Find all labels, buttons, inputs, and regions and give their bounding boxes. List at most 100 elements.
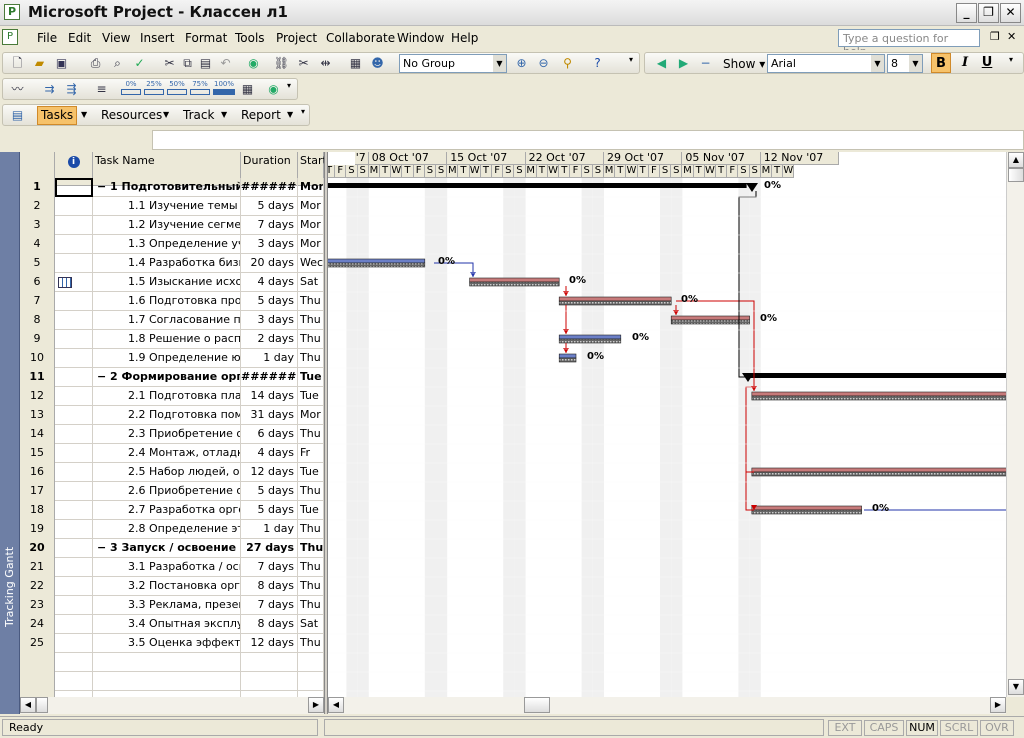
update-tasks-icon[interactable]: ▦ bbox=[239, 81, 256, 98]
row-id[interactable]: 5 bbox=[20, 254, 55, 273]
task-name-cell[interactable]: 1.4 Разработка бизне bbox=[93, 254, 241, 273]
row-id[interactable]: 25 bbox=[20, 634, 55, 653]
duration-cell[interactable]: 14 days bbox=[241, 387, 298, 406]
start-cell[interactable]: Wec bbox=[298, 254, 324, 273]
row-id[interactable]: 21 bbox=[20, 558, 55, 577]
task-name-cell[interactable]: 1.8 Решение о распол bbox=[93, 330, 241, 349]
add-progress-line-icon[interactable]: ≡ bbox=[93, 81, 110, 98]
start-cell[interactable]: Thu bbox=[298, 577, 324, 596]
row-indicator[interactable] bbox=[55, 596, 93, 615]
pct-50-button[interactable]: 50% bbox=[167, 80, 187, 95]
duration-cell[interactable]: 7 days bbox=[241, 216, 298, 235]
task-name-cell[interactable]: 2.2 Подготовка помещ bbox=[93, 406, 241, 425]
table-row[interactable] bbox=[20, 653, 324, 672]
row-id[interactable]: 7 bbox=[20, 292, 55, 311]
row-id[interactable]: 8 bbox=[20, 311, 55, 330]
doc-close-button[interactable]: ✕ bbox=[1007, 30, 1016, 43]
scroll-left-icon[interactable]: ◀ bbox=[328, 697, 344, 713]
duration-cell[interactable]: 31 days bbox=[241, 406, 298, 425]
row-indicator[interactable] bbox=[55, 425, 93, 444]
task-name-cell[interactable]: 1.7 Согласование про bbox=[93, 311, 241, 330]
duration-cell[interactable]: 4 days bbox=[241, 444, 298, 463]
duration-cell[interactable]: ######### bbox=[241, 368, 298, 387]
font-size-select[interactable]: 8 ▼ bbox=[887, 54, 923, 73]
menu-view[interactable]: View bbox=[102, 31, 130, 45]
duration-cell[interactable]: 5 days bbox=[241, 197, 298, 216]
row-id[interactable]: 19 bbox=[20, 520, 55, 539]
pct-25-button[interactable]: 25% bbox=[144, 80, 164, 95]
table-row[interactable]: 25 3.5 Оценка эффектив12 daysThu bbox=[20, 634, 324, 653]
gantt-chart[interactable]: '7 08 Oct '07 15 Oct '07 22 Oct '07 29 Oct '… bbox=[328, 152, 1006, 697]
task-name-cell[interactable]: 3.4 Опытная эксплуат bbox=[93, 615, 241, 634]
row-indicator[interactable] bbox=[55, 615, 93, 634]
zoom-out-icon[interactable]: ⊖ bbox=[535, 55, 552, 72]
row-indicator[interactable] bbox=[55, 577, 93, 596]
row-indicator[interactable] bbox=[55, 634, 93, 653]
paste-icon[interactable]: ▤ bbox=[197, 55, 214, 72]
menu-edit[interactable]: Edit bbox=[68, 31, 91, 45]
start-cell[interactable]: Thu bbox=[298, 330, 324, 349]
start-cell[interactable]: Tue bbox=[298, 387, 324, 406]
row-indicator[interactable] bbox=[55, 330, 93, 349]
scroll-down-icon[interactable]: ▼ bbox=[1008, 679, 1024, 695]
start-cell[interactable]: Thu bbox=[298, 311, 324, 330]
task-name-cell[interactable]: 2.8 Определение этап bbox=[93, 520, 241, 539]
row-indicator[interactable] bbox=[55, 444, 93, 463]
chevron-down-icon[interactable]: ▼ bbox=[287, 110, 293, 119]
duration-cell[interactable] bbox=[241, 653, 298, 672]
start-cell[interactable]: Mor bbox=[298, 197, 324, 216]
row-indicator[interactable] bbox=[55, 235, 93, 254]
start-cell[interactable]: Fr bbox=[298, 444, 324, 463]
print-icon[interactable]: ⎙ bbox=[87, 55, 104, 72]
start-cell[interactable]: Mon bbox=[298, 178, 324, 197]
table-row[interactable]: 14 2.3 Приобретение обо6 daysThu bbox=[20, 425, 324, 444]
row-id[interactable]: 17 bbox=[20, 482, 55, 501]
table-row[interactable]: 19 2.8 Определение этап1 dayThu bbox=[20, 520, 324, 539]
menu-window[interactable]: Window bbox=[397, 31, 444, 45]
menu-project[interactable]: Project bbox=[276, 31, 317, 45]
new-icon[interactable]: 🗋 bbox=[9, 55, 26, 72]
pct-75-button[interactable]: 75% bbox=[190, 80, 210, 95]
gantt-horizontal-scrollbar[interactable]: ◀ ▶ bbox=[328, 697, 1006, 714]
table-row[interactable] bbox=[20, 672, 324, 691]
cut-icon[interactable]: ✂ bbox=[161, 55, 178, 72]
save-icon[interactable]: ▣ bbox=[53, 55, 70, 72]
unlink-tasks-icon[interactable]: ✂ bbox=[295, 55, 312, 72]
row-indicator[interactable] bbox=[55, 539, 93, 558]
menu-insert[interactable]: Insert bbox=[140, 31, 174, 45]
row-indicator[interactable] bbox=[55, 178, 93, 197]
table-row[interactable]: 9 1.8 Решение о распол2 daysThu bbox=[20, 330, 324, 349]
scroll-left-icon[interactable]: ◀ bbox=[20, 697, 36, 713]
project-statistics-icon[interactable]: 〰 bbox=[9, 81, 26, 98]
row-id[interactable]: 15 bbox=[20, 444, 55, 463]
duration-cell[interactable]: 3 days bbox=[241, 235, 298, 254]
duration-cell[interactable]: 5 days bbox=[241, 501, 298, 520]
duration-cell[interactable]: ######### bbox=[241, 178, 298, 197]
indent-right-icon[interactable]: ▶ bbox=[675, 55, 692, 72]
start-cell[interactable]: Thu bbox=[298, 425, 324, 444]
task-name-cell[interactable]: 3.3 Реклама, презента bbox=[93, 596, 241, 615]
table-row[interactable]: 18 2.7 Разработка оргстр5 daysTue bbox=[20, 501, 324, 520]
menu-tools[interactable]: Tools bbox=[235, 31, 265, 45]
start-cell[interactable]: Mor bbox=[298, 216, 324, 235]
task-name-cell[interactable]: 1.6 Подготовка проек bbox=[93, 292, 241, 311]
row-indicator[interactable] bbox=[55, 520, 93, 539]
duration-cell[interactable]: 8 days bbox=[241, 577, 298, 596]
row-indicator[interactable] bbox=[55, 216, 93, 235]
start-cell[interactable]: Thu bbox=[298, 634, 324, 653]
task-name-cell[interactable]: 3.1 Разработка / осво bbox=[93, 558, 241, 577]
duration-cell[interactable]: 2 days bbox=[241, 330, 298, 349]
scroll-thumb[interactable] bbox=[36, 697, 48, 713]
row-indicator[interactable] bbox=[55, 653, 93, 672]
chevron-down-icon[interactable]: ▼ bbox=[81, 110, 87, 119]
row-id[interactable]: 24 bbox=[20, 615, 55, 634]
task-name-cell[interactable]: − 1 Подготовительный э bbox=[93, 178, 241, 197]
start-cell[interactable]: Sat bbox=[298, 273, 324, 292]
duration-cell[interactable]: 8 days bbox=[241, 615, 298, 634]
duration-cell[interactable]: 1 day bbox=[241, 520, 298, 539]
row-indicator[interactable] bbox=[55, 406, 93, 425]
row-id[interactable]: 16 bbox=[20, 463, 55, 482]
row-id[interactable]: 14 bbox=[20, 425, 55, 444]
task-name-cell[interactable]: 2.5 Набор людей, обуч bbox=[93, 463, 241, 482]
table-row[interactable]: 10 1.9 Определение юри1 dayThu bbox=[20, 349, 324, 368]
